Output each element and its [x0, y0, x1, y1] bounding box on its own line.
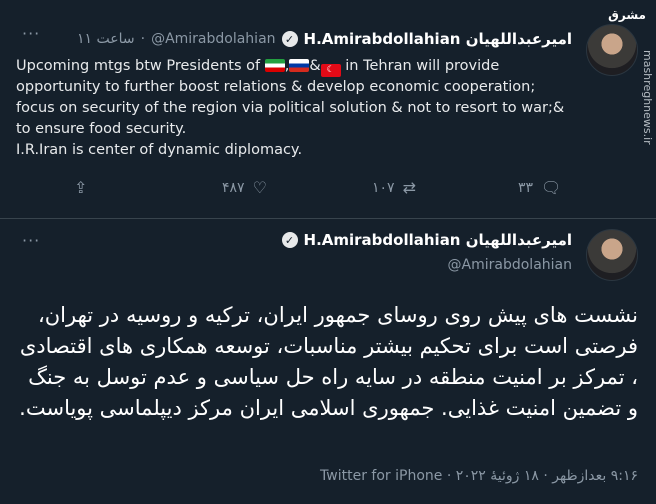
iran-flag-icon: [264, 59, 285, 72]
reply-count: ۳۳: [518, 179, 534, 196]
share-button[interactable]: ⇪: [74, 178, 87, 197]
share-icon: ⇪: [74, 178, 88, 197]
user-name[interactable]: H.Amirabdollahian امیرعبداللهیان: [304, 30, 572, 48]
retweet-icon: ⇄: [402, 178, 416, 197]
user-handle-row: @Amirabdolahian: [448, 257, 572, 273]
reply-icon: 🗨: [541, 178, 562, 197]
user-handle[interactable]: @Amirabdolahian: [151, 31, 275, 47]
retweet-button[interactable]: ۱۰۷ ⇄: [372, 178, 416, 197]
user-name[interactable]: H.Amirabdollahian امیرعبداللهیان: [304, 231, 572, 249]
retweet-count: ۱۰۷: [372, 179, 395, 196]
like-button[interactable]: ۴۸۷ ♡: [222, 178, 267, 197]
like-count: ۴۸۷: [222, 179, 245, 196]
watermark-site: mashreghnews.ir: [641, 50, 654, 145]
more-icon[interactable]: ···: [22, 24, 40, 43]
tweet-actions: ۳۳ 🗨 ۱۰۷ ⇄ ۴۸۷ ♡ ⇪: [0, 178, 656, 200]
tweet-1[interactable]: ۱۱ ساعت · @Amirabdolahian ✓ H.Amirabdoll…: [0, 0, 656, 218]
verified-icon: ✓: [281, 31, 298, 47]
like-icon: ♡: [252, 178, 267, 197]
tweet-text: نشست های پیش روی روسای جمهور ایران، ترکی…: [19, 303, 638, 420]
tweet-meta: ۹:۱۶ بعدازظهر · ۱۸ ژوئیهٔ ۲۰۲۲ · Twitter…: [320, 468, 638, 484]
russia-flag-icon: [289, 59, 310, 72]
reply-button[interactable]: ۳۳ 🗨: [518, 178, 561, 197]
watermark-logo: مشرق: [608, 8, 646, 22]
user-handle[interactable]: @Amirabdolahian: [448, 257, 572, 273]
tweet-header: ۱۱ ساعت · @Amirabdolahian ✓ H.Amirabdoll…: [77, 30, 572, 48]
turkey-flag-icon: ☾: [320, 64, 341, 77]
verified-icon: ✓: [281, 232, 298, 248]
avatar[interactable]: [586, 229, 638, 281]
tweet-header: ✓ H.Amirabdollahian امیرعبداللهیان: [281, 231, 572, 249]
tweet-text: Upcoming mtgs btw Presidents of , & ☾ in T…: [16, 58, 565, 158]
more-icon[interactable]: ···: [22, 231, 40, 250]
tweet-time[interactable]: ۱۱ ساعت: [77, 31, 135, 47]
